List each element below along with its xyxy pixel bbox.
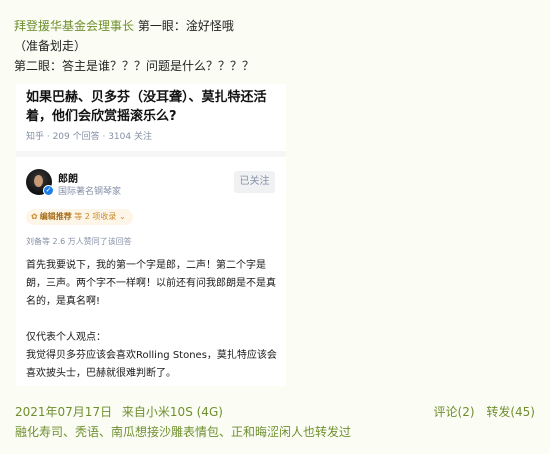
repost-users-line[interactable]: 融化寿司、秃语、南瓜想接沙雕表情包、正和晦涩闲人也转发过 (15, 422, 535, 442)
shared-zhihu-card[interactable]: 如果巴赫、贝多芬（没耳聋）、莫扎特还活着，他们会欣赏摇滚乐么? 知乎 · 209… (16, 84, 286, 386)
answer-paragraph: 我觉得贝多芬应该会喜欢Rolling Stones，莫扎特应该会喜欢披头士，巴赫… (26, 350, 277, 379)
follow-button[interactable]: 已关注 (234, 171, 275, 193)
recommend-label: 编辑推荐 (39, 212, 72, 221)
question-meta: 知乎 · 209 个回答 · 3104 关注 (26, 132, 152, 142)
question-title[interactable]: 如果巴赫、贝多芬（没耳聋）、莫扎特还活着，他们会欣赏摇滚乐么? (26, 88, 278, 126)
card-divider (16, 151, 286, 157)
post-actions: 评论(2) 转发(45) (426, 402, 535, 422)
answer-paragraph-gap (26, 311, 278, 329)
chevron-down-icon: ⌄ (118, 212, 126, 221)
avatar-face (34, 175, 43, 187)
agree-count: 刘备等 2.6 万人赞同了该回答 (26, 237, 132, 246)
post-footer: 2021年07月17日 来自小米10S (4G) 评论(2) 转发(45) 融化… (15, 402, 535, 442)
post-date[interactable]: 2021年07月17日 (15, 405, 112, 419)
post-text: 拜登援华基金会理事长 第一眼：淦好怪哦 （准备划走） 第二眼：答主是谁？？？问题… (14, 16, 534, 76)
author-name-link[interactable]: 拜登援华基金会理事长 (14, 19, 134, 33)
post-line-2: （准备划走） (14, 39, 87, 53)
verified-icon: ✓ (43, 185, 54, 196)
repost-link[interactable]: 转发(45) (486, 405, 535, 419)
answer-body[interactable]: 首先我要说下，我的第一个字是郎，二声！第二个字是朗，三声。两个字不一样啊！以前还… (26, 257, 278, 383)
award-icon: ✿ (31, 212, 38, 221)
post-line-1: 拜登援华基金会理事长 第一眼：淦好怪哦 (14, 16, 534, 36)
post-line-3: 第二眼：答主是谁？？？问题是什么？？？？ (14, 59, 255, 73)
answer-paragraph: 首先我要说下，我的第一个字是郎，二声！第二个字是朗，三声。两个字不一样啊！以前还… (26, 260, 276, 307)
answer-paragraph: 仅代表个人观点： (26, 332, 106, 343)
comment-link[interactable]: 评论(2) (434, 405, 475, 419)
post-meta-row: 2021年07月17日 来自小米10S (4G) 评论(2) 转发(45) (15, 402, 535, 422)
post-source: 来自小米10S (4G) (121, 405, 223, 419)
recommend-count: 等 2 项收录 (74, 212, 117, 221)
recommend-badge[interactable]: ✿ 编辑推荐 等 2 项收录 ⌄ (26, 209, 133, 225)
answerer-avatar[interactable]: ✓ (26, 169, 54, 196)
answerer-name[interactable]: 郎朗 (58, 170, 78, 185)
answerer-subtitle: 国际著名钢琴家 (58, 187, 122, 197)
post-line-1-text: 第一眼：淦好怪哦 (137, 19, 234, 33)
